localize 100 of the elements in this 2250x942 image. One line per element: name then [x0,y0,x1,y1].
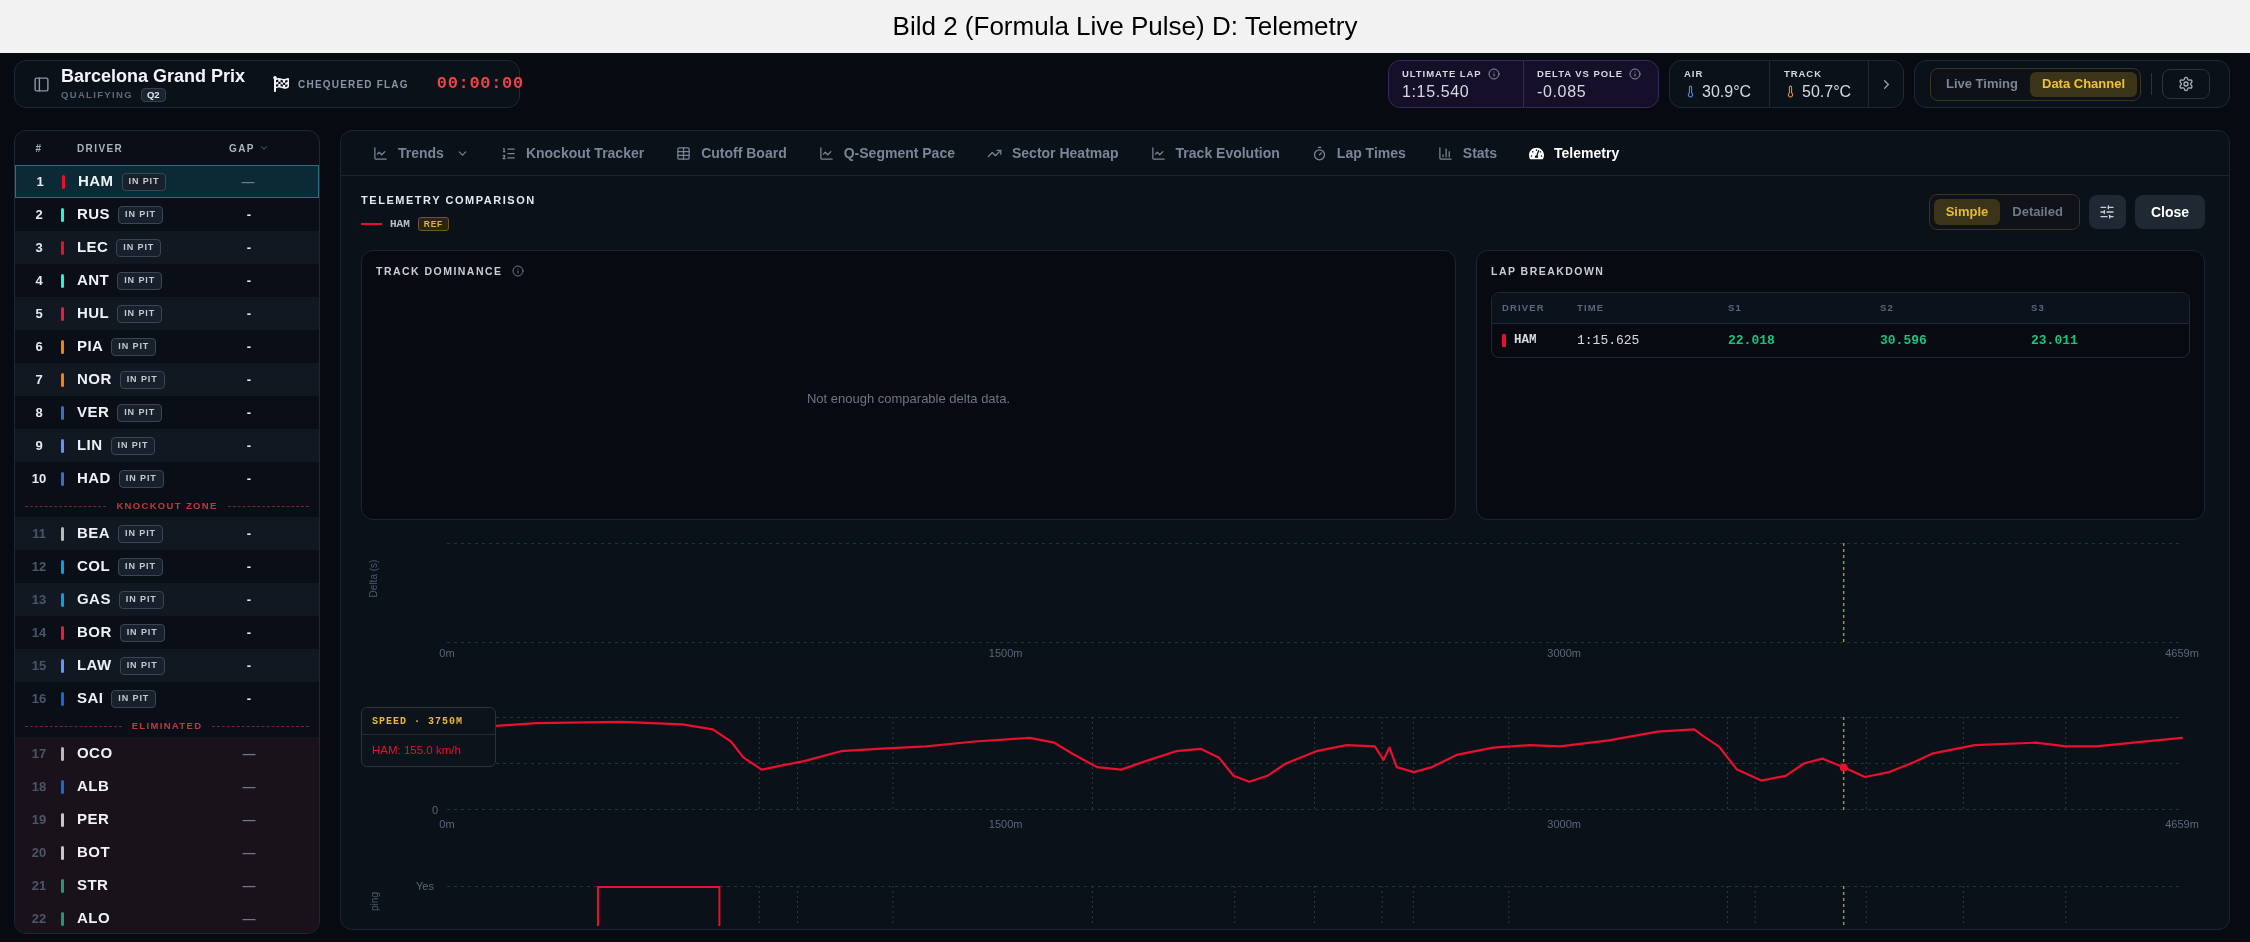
pit-badge: IN PIT [118,557,163,576]
driver-row[interactable]: 15 LAW IN PIT - [15,649,319,682]
filter-button[interactable] [2088,195,2126,229]
position-number: 1 [35,172,45,191]
timer-icon [1311,145,1327,161]
driver-code: VER [77,402,110,423]
gap-value: — [241,876,257,895]
gauge-icon [1529,145,1545,161]
gap-value: - [245,590,253,609]
sidebar-toggle-button[interactable] [33,75,50,93]
driver-row[interactable]: 9 LIN IN PIT - [15,429,319,462]
driver-code: ALO [77,908,110,929]
driver-row[interactable]: 7 NOR IN PIT - [15,363,319,396]
nav-tab[interactable]: Trends [357,131,485,175]
driver-row[interactable]: 11 BEA IN PIT - [15,517,319,550]
position-number: 14 [30,623,48,642]
column-header: S3 [2031,300,2045,315]
pit-badge: IN PIT [111,689,157,708]
mode-tab[interactable]: Data Channel [2030,71,2138,97]
position-number: 7 [34,370,44,389]
driver-code: SAI [77,688,104,709]
column-header: DRIVER [77,141,124,156]
driver-row[interactable]: 1 HAM IN PIT — [15,165,319,198]
card-title: LAP BREAKDOWN [1491,264,1605,279]
line-chart-icon [818,145,834,161]
chequered-flag-icon [273,76,290,92]
info-icon[interactable] [1487,67,1500,80]
driver-code: LIN [77,435,103,456]
pit-badge: IN PIT [119,370,165,389]
nav-tab[interactable]: Q-Segment Pace [802,131,971,175]
nav-tab[interactable]: Lap Times [1295,131,1422,175]
driver-code: LAW [77,655,112,676]
axis-label: ping [367,891,381,911]
pit-badge: IN PIT [110,436,156,455]
nav-tab[interactable]: Track Evolution [1134,131,1296,175]
driver-code: HAD [77,468,111,489]
pit-badge: IN PIT [119,656,165,675]
weather-value: 30.9°C [1702,82,1752,101]
driver-row[interactable]: 3 LEC IN PIT - [15,231,319,264]
axis-label: Delta (s) [367,559,381,597]
info-icon[interactable] [1629,67,1642,80]
column-header: TIME [1577,300,1605,315]
position-number: 19 [30,810,48,829]
driver-row[interactable]: 21 STR — [15,869,319,902]
driver-row[interactable]: 13 GAS IN PIT - [15,583,319,616]
info-icon[interactable] [512,265,525,277]
settings-button[interactable] [2162,69,2211,99]
section-title: TELEMETRY COMPARISON [361,193,536,208]
driver-code: BEA [77,523,111,544]
axis-tick-label: 4659m [2165,817,2199,832]
gap-value: — [240,172,256,191]
stat-label: ULTIMATE LAP [1402,67,1482,80]
axis-tick-label: 0m [439,817,455,832]
weather-label: TRACK [1784,67,1822,80]
pit-badge: IN PIT [119,623,165,642]
segment-badge: Q2 [140,88,166,102]
gap-value: - [245,370,253,389]
driver-code: PER [77,809,110,830]
gap-value: - [245,205,253,224]
session-clock: 00:00:00 [436,73,524,96]
position-number: 22 [30,909,48,928]
sliders-icon [2099,204,2116,220]
tooltip-title: SPEED · 3750M [362,708,495,735]
session-type: QUALIFYING [61,89,133,101]
pit-badge: IN PIT [117,304,163,323]
gap-value: - [245,403,253,422]
driver-code: RUS [77,204,111,225]
chevron-down-icon [258,143,269,153]
nav-tab[interactable]: Knockout Tracker [484,131,661,175]
table-icon [676,145,692,161]
nav-tab[interactable]: Telemetry [1513,131,1636,175]
axis-tick-label: Yes [416,879,434,894]
driver-code: STR [77,875,109,896]
driver-row[interactable]: 22 ALO — [15,902,319,933]
driver-row[interactable]: 20 BOT — [15,836,319,869]
driver-row[interactable]: 18 ALB — [15,770,319,803]
driver-code: BOT [77,842,110,863]
position-number: 9 [34,436,44,455]
driver-code: HAM [1514,332,1537,350]
pit-badge: IN PIT [111,337,157,356]
close-button[interactable]: Close [2134,195,2205,229]
axis-tick-label: 3000m [1547,646,1581,661]
driver-row[interactable]: 19 PER — [15,803,319,836]
driver-row[interactable]: 5 HUL IN PIT - [15,297,319,330]
position-number: 2 [34,205,44,224]
driver-row[interactable]: 17 OCO — [15,737,319,770]
gap-value: - [245,337,253,356]
position-number: 15 [30,656,48,675]
mode-tab[interactable]: Live Timing [1934,71,2030,97]
driver-code: NOR [77,369,112,390]
mode-tab[interactable]: Detailed [2000,199,2075,225]
gap-value: - [245,557,253,576]
nav-tab[interactable]: Sector Heatmap [971,131,1135,175]
caption-title: Bild 2 (Formula Live Pulse) D: Telemetry [892,10,1358,43]
driver-code: HUL [77,303,110,324]
mode-tab[interactable]: Simple [1933,199,2001,225]
sort-button[interactable]: GAP [219,140,279,156]
nav-tab[interactable]: Stats [1421,131,1514,175]
column-header: S1 [1728,300,1742,315]
nav-tab[interactable]: Cutoff Board [660,131,803,175]
